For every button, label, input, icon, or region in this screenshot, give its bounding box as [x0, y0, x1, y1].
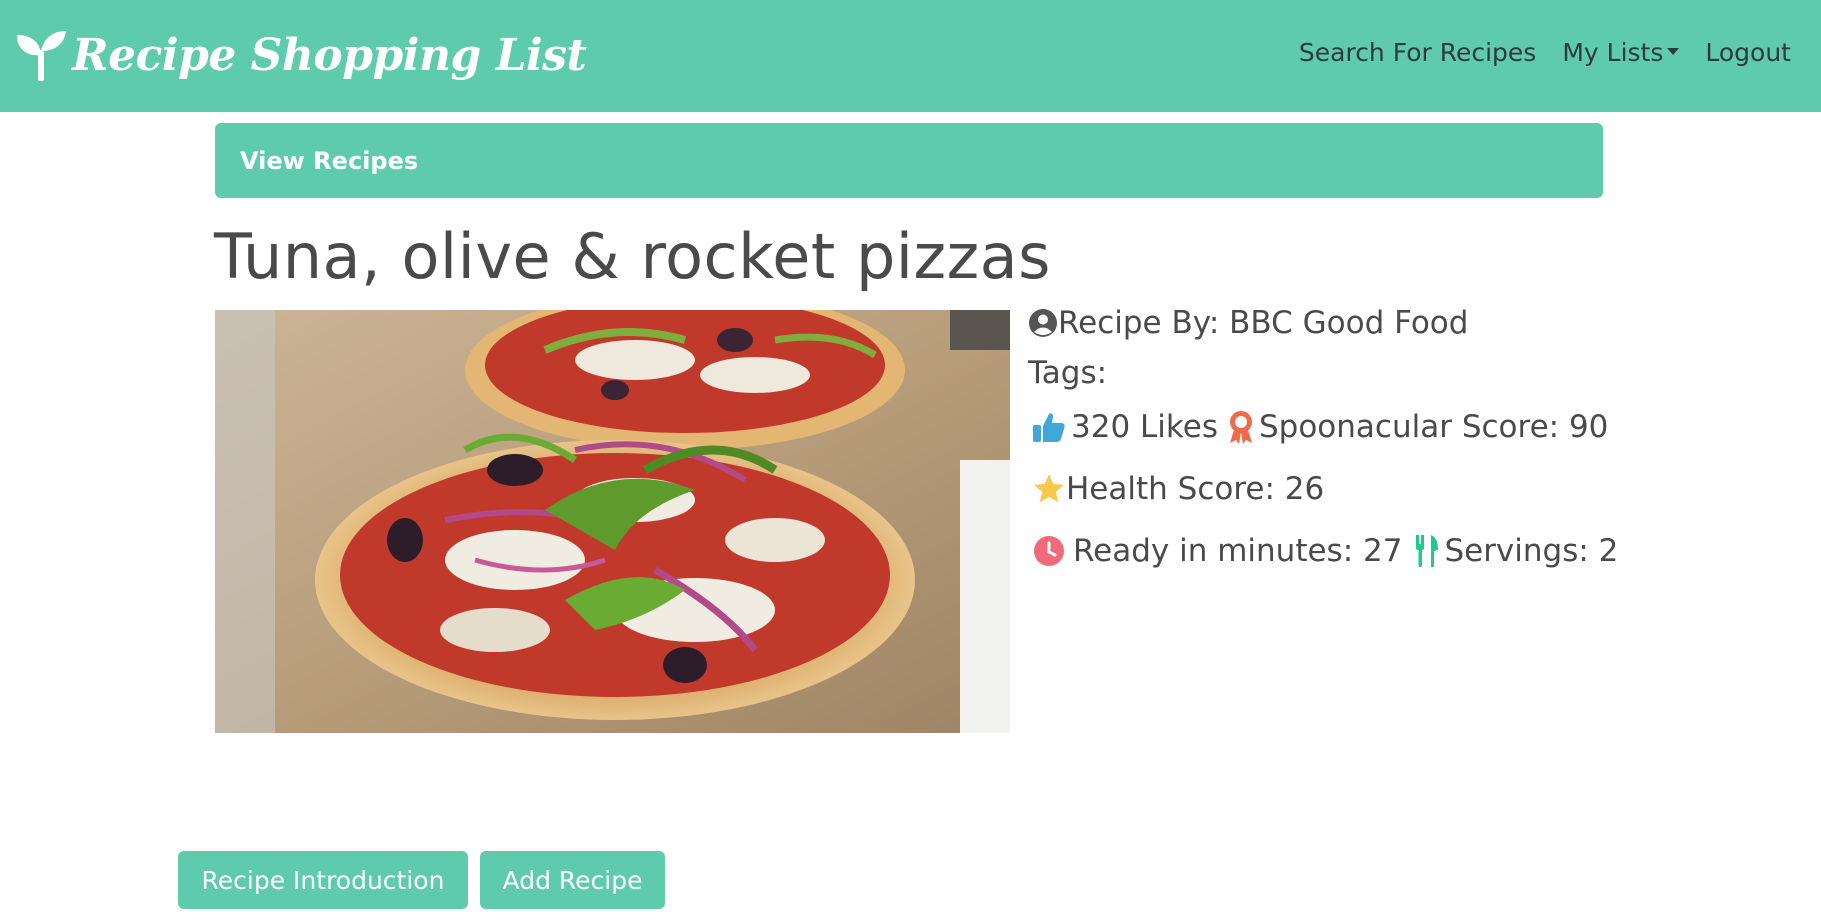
recipe-author: Recipe By: BBC Good Food [1058, 305, 1469, 341]
recipe-health-score: Health Score: 26 [1066, 471, 1325, 507]
recipe-title: Tuna, olive & rocket pizzas [214, 220, 1051, 293]
caret-down-icon [1667, 48, 1680, 55]
top-navbar: Recipe Shopping List Search For Recipes … [0, 0, 1821, 112]
recipe-likes: 320 Likes [1071, 409, 1218, 445]
nav-logout[interactable]: Logout [1705, 38, 1791, 67]
nav-my-lists-label: My Lists [1562, 38, 1664, 67]
recipe-image [215, 310, 1010, 733]
view-recipes-header: View Recipes [215, 123, 1603, 198]
recipe-spoonacular-score: Spoonacular Score: 90 [1258, 409, 1609, 445]
recipe-tags-row: Tags: [1028, 355, 1107, 391]
nav-my-lists-dropdown[interactable]: My Lists [1562, 38, 1680, 67]
user-circle-icon [1028, 308, 1058, 338]
recipe-tags-label: Tags: [1028, 355, 1108, 391]
recipe-servings: Servings: 2 [1444, 533, 1619, 569]
add-recipe-button[interactable]: Add Recipe [480, 851, 665, 909]
recipe-introduction-button[interactable]: Recipe Introduction [178, 851, 468, 909]
view-recipes-label: View Recipes [240, 146, 419, 175]
recipe-author-row: Recipe By: BBC Good Food [1028, 305, 1468, 341]
brand-logo[interactable]: Recipe Shopping List [14, 20, 587, 90]
nav-links: Search For Recipes My Lists Logout [1299, 38, 1791, 67]
recipe-ready-minutes: Ready in minutes: 27 [1073, 533, 1403, 569]
recipe-health-row: Health Score: 26 [1028, 471, 1324, 507]
thumbs-up-icon [1032, 411, 1066, 443]
utensils-icon [1414, 534, 1440, 568]
recipe-likes-score-row: 320 Likes Spoonacular Score: 90 [1028, 409, 1608, 445]
clock-icon [1033, 535, 1065, 567]
recipe-time-servings-row: Ready in minutes: 27 Servings: 2 [1028, 533, 1618, 569]
nav-search-recipes[interactable]: Search For Recipes [1299, 38, 1536, 67]
sprout-icon [14, 29, 68, 81]
award-ribbon-icon [1228, 410, 1254, 444]
brand-name: Recipe Shopping List [72, 29, 587, 81]
star-icon [1032, 472, 1066, 506]
